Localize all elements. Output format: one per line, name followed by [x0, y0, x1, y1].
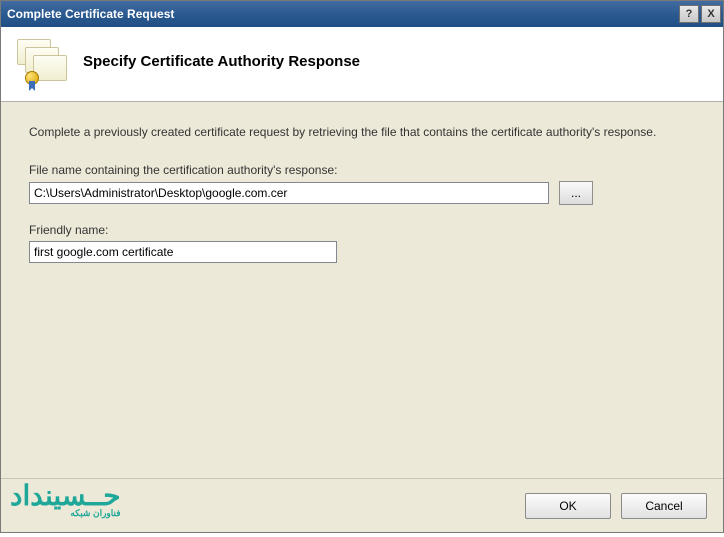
header-section: Specify Certificate Authority Response [1, 27, 723, 102]
friendly-name-input[interactable] [29, 241, 337, 263]
window-title: Complete Certificate Request [7, 7, 174, 21]
dialog-footer: OK Cancel [1, 478, 723, 532]
close-icon: X [707, 8, 714, 20]
titlebar: Complete Certificate Request ? X [1, 1, 723, 27]
dialog-window: Complete Certificate Request ? X Specify… [0, 0, 724, 533]
help-icon: ? [686, 8, 693, 20]
friendly-name-label: Friendly name: [29, 223, 695, 237]
filepath-input[interactable] [29, 182, 549, 204]
friendly-name-row [29, 241, 695, 263]
cancel-button[interactable]: Cancel [621, 493, 707, 519]
filepath-label: File name containing the certification a… [29, 163, 695, 177]
certificate-icon [17, 39, 69, 83]
browse-button[interactable]: ... [559, 181, 593, 205]
close-button[interactable]: X [701, 5, 721, 23]
ok-button[interactable]: OK [525, 493, 611, 519]
description-text: Complete a previously created certificat… [29, 124, 669, 141]
filepath-row: ... [29, 181, 695, 205]
page-title: Specify Certificate Authority Response [83, 53, 360, 70]
titlebar-buttons: ? X [679, 5, 721, 23]
ellipsis-icon: ... [571, 186, 581, 200]
help-button[interactable]: ? [679, 5, 699, 23]
content-area: Complete a previously created certificat… [1, 102, 723, 478]
